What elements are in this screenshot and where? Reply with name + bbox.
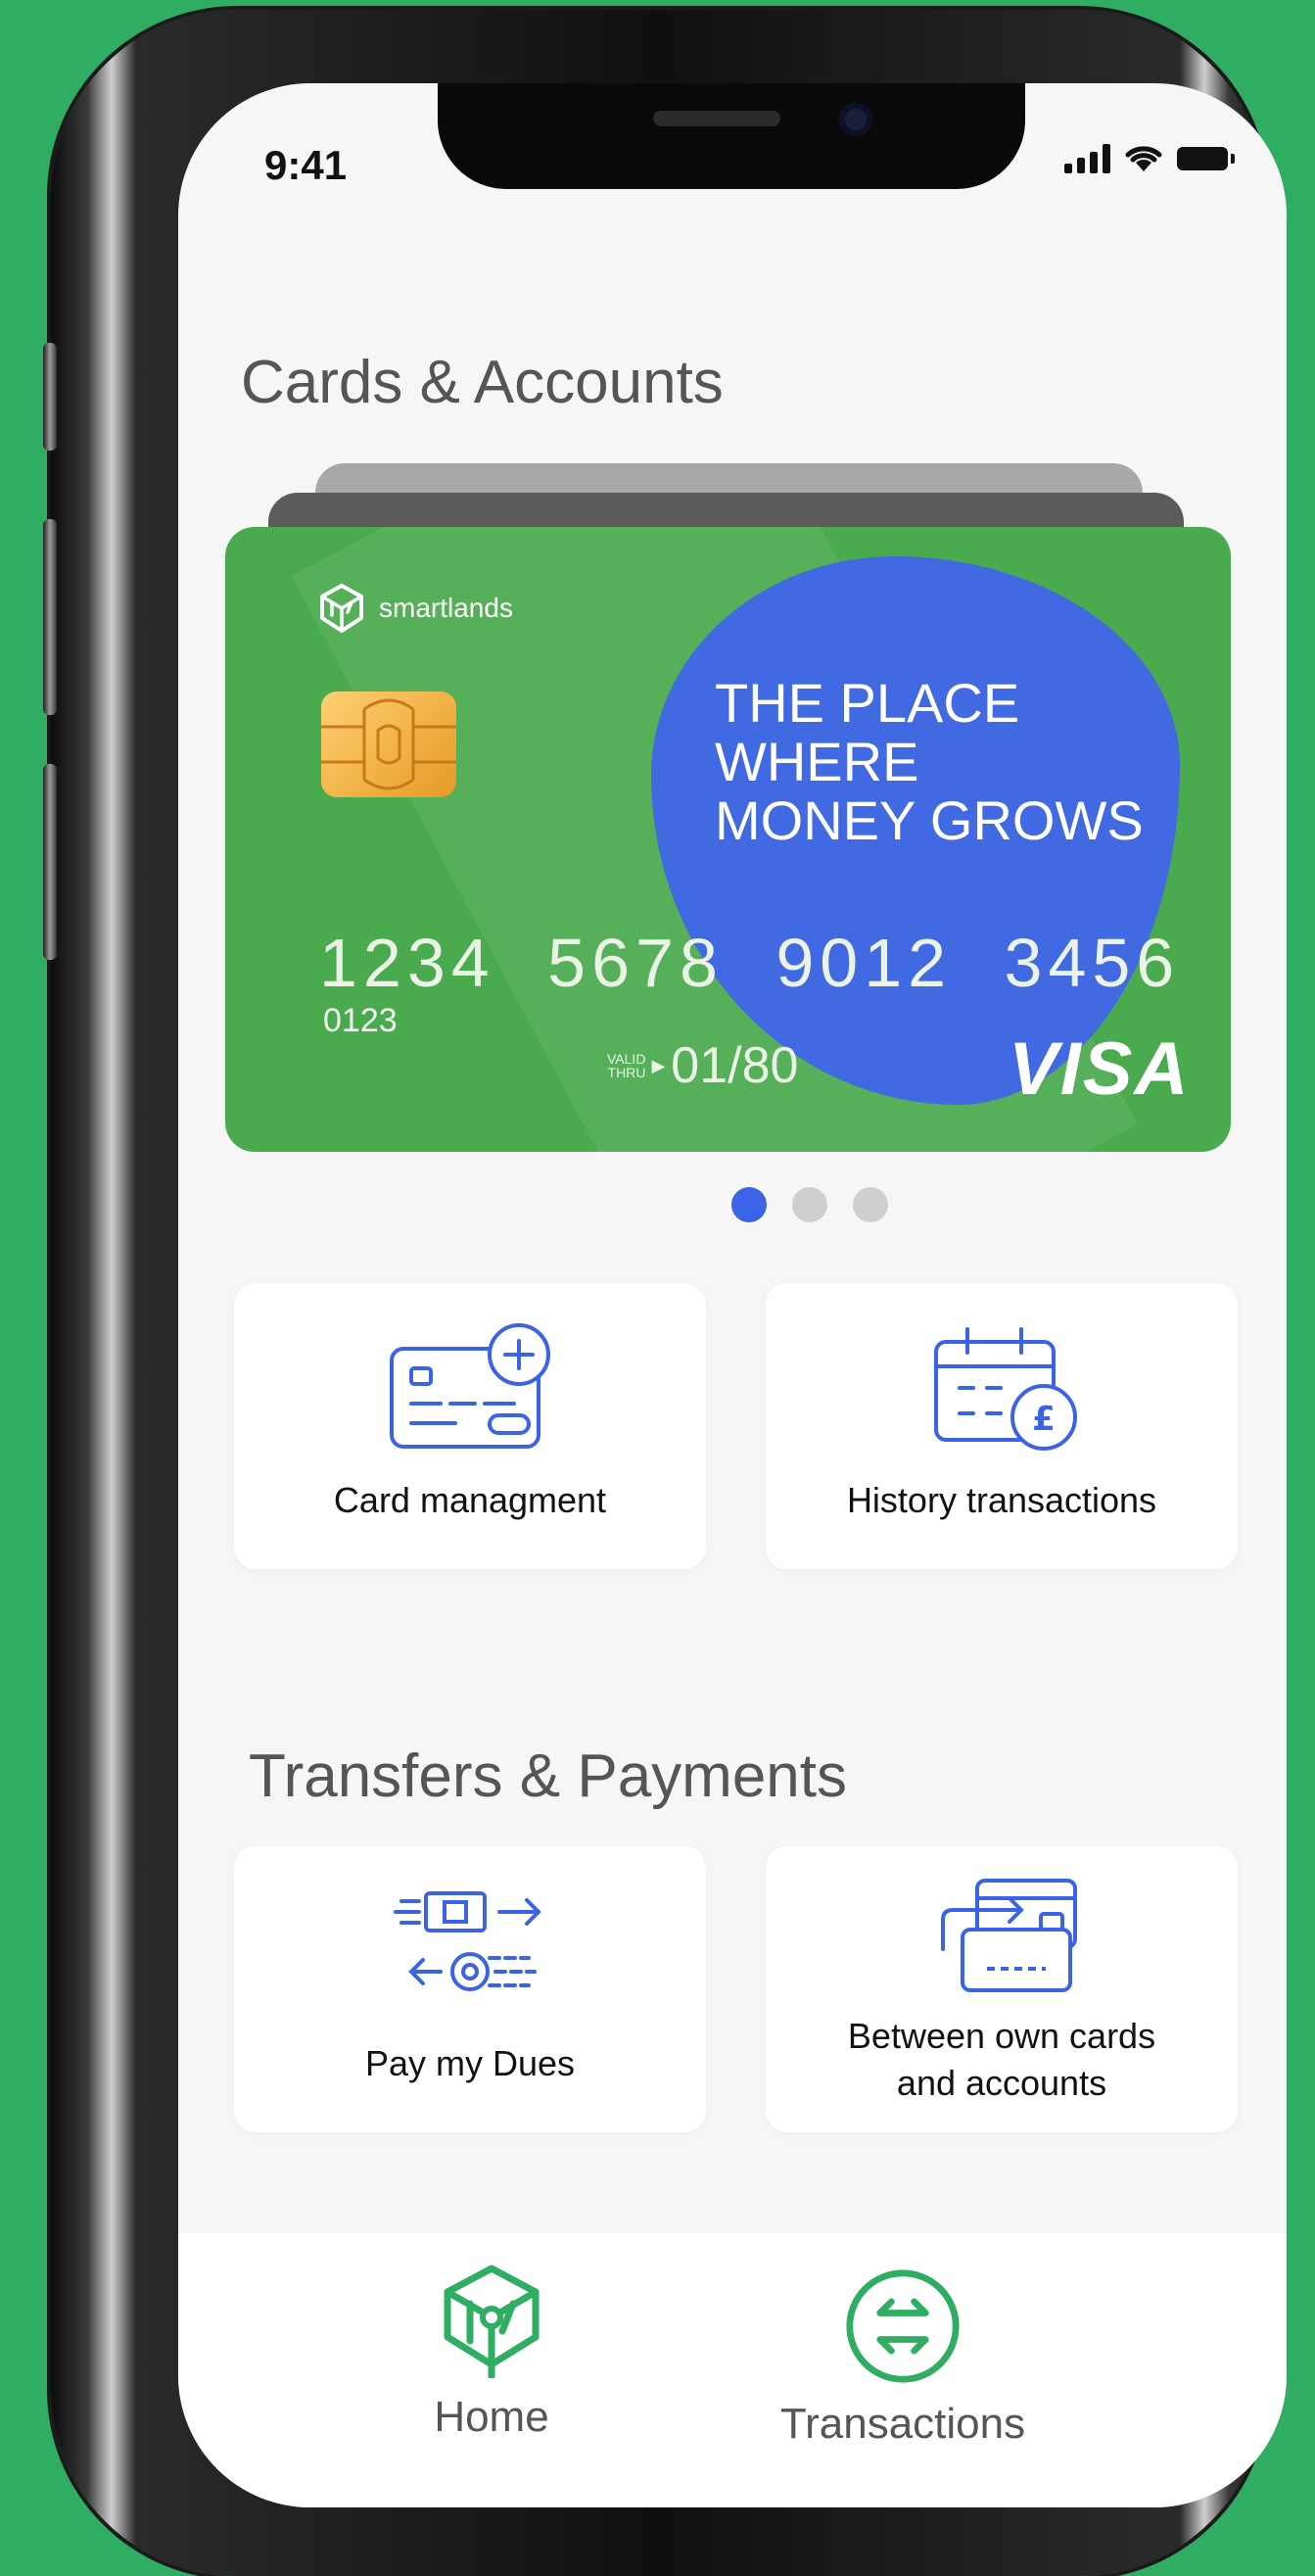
valid-arrow-icon: ▶	[651, 1055, 666, 1075]
carousel-dot-3[interactable]	[853, 1187, 888, 1222]
nav-transactions-label: Transactions	[779, 2400, 1026, 2448]
card-chip	[321, 692, 456, 797]
transactions-icon	[846, 2269, 960, 2383]
volume-down-button	[43, 764, 57, 960]
speaker	[653, 111, 780, 126]
pay-my-dues-label: Pay my Dues	[364, 2043, 576, 2083]
card-transfer-icon	[941, 1879, 1077, 1992]
battery-icon	[1177, 147, 1235, 170]
bank-card[interactable]: smartlands THE PLACE WHERE MONEY GROWS 1…	[225, 527, 1231, 1152]
status-icons	[1064, 144, 1235, 173]
own-transfer-label: Between own cards and accounts	[766, 2013, 1238, 2107]
money-exchange-icon	[394, 1891, 541, 1991]
carousel-dot-2[interactable]	[792, 1187, 827, 1222]
phone-frame: 9:41 Cards & Accounts smartlands THE PLA…	[43, 10, 1287, 2576]
pay-my-dues-tile[interactable]: Pay my Dues	[234, 1846, 706, 2132]
home-icon	[444, 2265, 540, 2380]
card-number: 1234 5678 9012 3456	[319, 925, 1181, 1001]
valid-thru-label: VALID THRU	[607, 1051, 646, 1080]
own-transfer-label-line-2: and accounts	[896, 2063, 1107, 2103]
slogan-line-1: THE PLACE	[715, 672, 1020, 734]
card-small-number: 0123	[323, 1002, 398, 1039]
card-brand: smartlands	[318, 583, 513, 634]
mute-switch	[43, 343, 57, 451]
svg-text:£: £	[1032, 1400, 1056, 1439]
slogan-line-2: WHERE	[715, 731, 919, 792]
cards-section-title: Cards & Accounts	[241, 349, 724, 416]
card-slogan: THE PLACE WHERE MONEY GROWS	[715, 674, 1165, 850]
card-add-icon	[390, 1323, 550, 1449]
valid-thru: VALID THRU ▶ 01/80	[607, 1036, 798, 1095]
nav-transactions[interactable]: Transactions	[771, 2267, 1035, 2449]
own-transfer-tile[interactable]: Between own cards and accounts	[766, 1846, 1238, 2132]
signal-icon	[1064, 144, 1110, 173]
calendar-pound-icon: £	[934, 1327, 1077, 1451]
slogan-line-3: MONEY GROWS	[715, 789, 1144, 851]
chip-pattern-icon	[321, 698, 456, 790]
status-time: 9:41	[264, 142, 348, 188]
history-transactions-tile[interactable]: £ History transactions	[766, 1283, 1238, 1569]
brand-name: smartlands	[379, 593, 513, 623]
app-screen: 9:41 Cards & Accounts smartlands THE PLA…	[178, 83, 1287, 2507]
card-management-label: Card managment	[333, 1480, 607, 1520]
volume-up-button	[43, 519, 57, 715]
smartlands-logo-icon	[320, 584, 363, 633]
notch	[438, 83, 1025, 189]
visa-logo: VISA	[1009, 1027, 1191, 1111]
transfers-section-title: Transfers & Payments	[249, 1742, 848, 1810]
carousel-dot-1[interactable]	[731, 1187, 767, 1222]
own-transfer-label-line-1: Between own cards	[847, 2016, 1156, 2056]
nav-home[interactable]: Home	[418, 2263, 565, 2442]
valid-thru-date: 01/80	[671, 1037, 799, 1094]
card-management-tile[interactable]: Card managment	[234, 1283, 706, 1569]
carousel-indicator	[731, 1187, 888, 1222]
nav-home-label: Home	[434, 2393, 549, 2441]
bottom-navigation: Home Transactions	[178, 2233, 1287, 2507]
front-camera	[839, 103, 872, 136]
wifi-icon	[1125, 146, 1162, 171]
history-transactions-label: History transactions	[846, 1480, 1157, 1520]
